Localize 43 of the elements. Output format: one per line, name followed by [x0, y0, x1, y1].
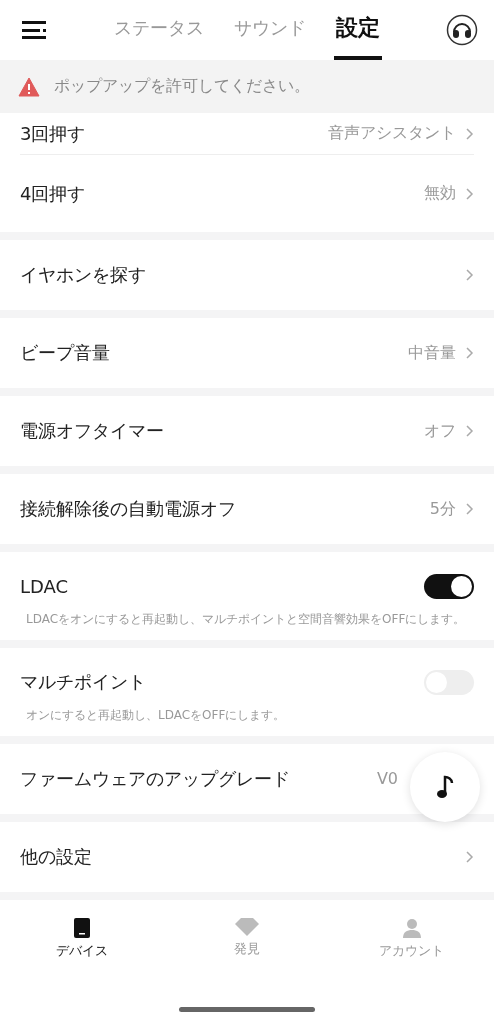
device-icon	[74, 917, 91, 938]
banner-text: ポップアップを許可してください。	[54, 76, 310, 97]
settings-row[interactable]: 3回押す 音声アシスタント	[20, 113, 474, 155]
settings-row[interactable]: ビープ音量 中音量	[0, 318, 494, 388]
row-label: 他の設定	[20, 844, 92, 869]
person-icon	[401, 917, 422, 938]
settings-row[interactable]: 他の設定	[0, 821, 494, 892]
settings-row[interactable]: 接続解除後の自動電源オフ 5分	[0, 474, 494, 544]
row-description: オンにすると再起動し、LDACをOFFにします。	[25, 706, 287, 724]
settings-row[interactable]: 4回押す 無効	[0, 155, 494, 232]
settings-row[interactable]: イヤホンを探す	[0, 240, 494, 310]
row-value: 5分	[429, 498, 456, 520]
row-description: LDACをオンにすると再起動し、マルチポイントと空間音響効果をOFFにします。	[25, 611, 467, 628]
row-label: ビープ音量	[20, 341, 110, 365]
music-note-icon	[436, 775, 454, 799]
settings-row[interactable]: ファームウェアのアップグレード V0	[0, 743, 494, 814]
row-value: V0	[376, 769, 398, 789]
chevron-icon	[466, 503, 474, 515]
menu-icon[interactable]	[22, 20, 48, 40]
row-value: 中音量	[408, 342, 456, 364]
nav-item[interactable]: デバイス	[22, 917, 143, 960]
row-label: イヤホンを探す	[20, 263, 146, 287]
row-value: オフ	[424, 420, 456, 442]
row-label: LDAC	[20, 576, 69, 597]
chevron-icon	[466, 347, 474, 359]
headphones-icon[interactable]	[446, 14, 478, 46]
row-label: 電源オフタイマー	[20, 419, 164, 443]
chevron-icon	[466, 187, 474, 200]
row-label: 接続解除後の自動電源オフ	[20, 497, 236, 521]
diamond-icon	[235, 917, 259, 936]
warning-icon	[18, 76, 40, 97]
row-value: 無効	[424, 183, 456, 204]
row-label: 3回押す	[20, 121, 86, 146]
row-label: マルチポイント	[20, 670, 146, 695]
chevron-icon	[466, 425, 474, 437]
toggle-switch[interactable]	[424, 574, 474, 599]
row-value: 音声アシスタント	[328, 123, 456, 144]
chevron-icon	[466, 850, 474, 863]
row-label: ファームウェアのアップグレード	[20, 766, 290, 791]
chevron-icon	[466, 127, 474, 140]
chevron-icon	[466, 269, 474, 281]
settings-row[interactable]: 電源オフタイマー オフ	[0, 396, 494, 466]
row-label: 4回押す	[20, 181, 86, 206]
